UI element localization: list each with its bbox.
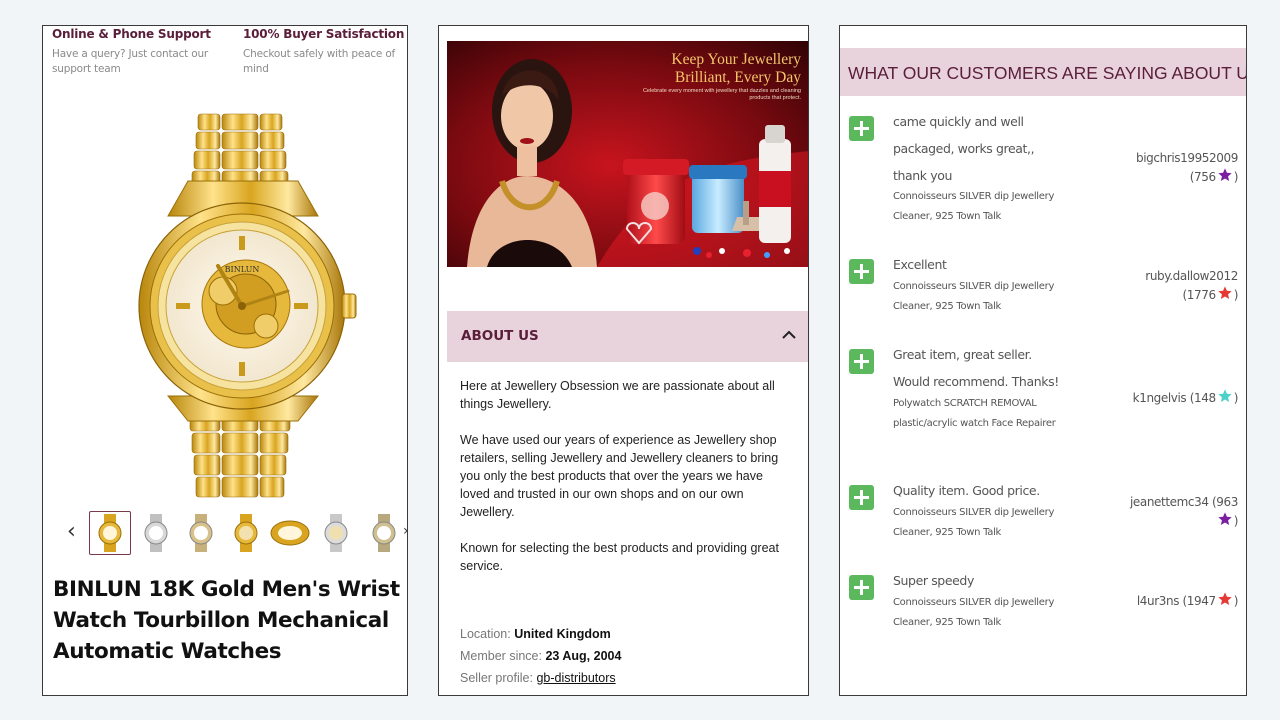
thumbnail-1[interactable] [89,511,131,555]
review-item-name: Connoisseurs SILVER dip Jewellery Cleane… [893,281,1055,312]
review-text: Super speedy [893,573,974,588]
chevron-left-icon[interactable]: ‹ [67,519,76,544]
star-icon [1218,389,1232,402]
plus-icon [849,575,874,600]
review-item-name: Connoisseurs SILVER dip Jewellery Cleane… [893,597,1055,628]
member-label: Member since: [460,649,542,663]
seller-profile-link[interactable]: gb-distributors [536,671,615,685]
location-label: Location: [460,627,511,641]
review-user: k1ngelvis (148) [1088,388,1238,407]
review-item-name: Connoisseurs SILVER dip Jewellery Cleane… [893,191,1055,222]
chevron-right-icon[interactable]: › [403,523,407,539]
product-panel: Online & Phone Support Have a query? Jus… [42,25,408,696]
support-satisfaction-text: Checkout safely with peace of mind [243,48,396,75]
review-score: (1776 [1182,288,1216,302]
plus-icon [849,116,874,141]
star-icon [1218,168,1232,181]
review-username: ruby.dallow2012 [1145,269,1238,283]
about-paragraph: We have used our years of experience as … [460,433,779,519]
review-text: Great item, great seller. Would recommen… [893,347,1059,389]
support-online-text: Have a query? Just contact our support t… [52,48,209,75]
review-item-name: Connoisseurs SILVER dip Jewellery Cleane… [893,507,1055,538]
support-banner: Online & Phone Support Have a query? Jus… [43,26,407,86]
support-online-title: Online & Phone Support [52,27,211,41]
thumbnail-4[interactable] [225,511,267,555]
banner-subtitle: Celebrate every moment with jewellery th… [642,88,801,101]
review-text: Excellent [893,257,947,272]
plus-icon [849,259,874,284]
plus-icon [849,485,874,510]
member-row: Member since: 23 Aug, 2004 [460,645,795,667]
review-username: jeanettemc34 [1129,495,1209,509]
thumbnail-2[interactable] [135,511,177,555]
about-accordion-header[interactable]: ABOUT US [447,311,808,362]
review-username: bigchris19952009 [1136,151,1238,165]
support-satisfaction-title: 100% Buyer Satisfaction [243,27,405,41]
review-score: (756 [1189,170,1216,184]
support-online: Online & Phone Support Have a query? Jus… [52,27,222,77]
location-value: United Kingdom [514,627,611,641]
review-text: came quickly and well packaged, works gr… [893,114,1035,183]
review-user: l4ur3ns (1947) [1088,591,1238,610]
seller-meta: Location: United Kingdom Member since: 2… [460,623,795,689]
reviews-header: WHAT OUR CUSTOMERS ARE SAYING ABOUT US [840,48,1246,96]
about-panel: Keep Your Jewellery Brilliant, Every Day… [438,25,809,696]
review-user: jeanettemc34 (963 ) [1129,495,1238,528]
star-icon [1218,512,1232,525]
chevron-up-icon[interactable] [781,327,797,343]
support-satisfaction: 100% Buyer Satisfaction Checkout safely … [243,27,407,77]
about-heading: ABOUT US [461,328,539,344]
banner-title-line1: Keep Your Jewellery [671,51,801,68]
promo-banner[interactable]: Keep Your Jewellery Brilliant, Every Day… [447,41,808,267]
thumbnail-gallery: ‹ › [43,511,407,555]
member-since-value: 23 Aug, 2004 [545,649,622,663]
profile-row: Seller profile: gb-distributors [460,667,795,689]
banner-title-line2: Brilliant, Every Day [674,69,801,86]
thumbnail-6[interactable] [315,511,357,555]
thumbnail-3[interactable] [180,511,222,555]
profile-label: Seller profile: [460,671,533,685]
thumbnail-7[interactable] [363,511,405,555]
thumbnail-5[interactable] [269,511,311,555]
watch-brand: BINLUN [225,265,260,274]
review-score: (963 [1212,495,1238,509]
review-text: Quality item. Good price. [893,483,1040,498]
review-user: ruby.dallow2012 (1776) [1088,268,1238,304]
about-paragraph: Here at Jewellery Obsession we are passi… [460,379,775,411]
plus-icon [849,349,874,374]
product-title: BINLUN 18K Gold Men's Wrist Watch Tourbi… [53,577,400,664]
review-username: l4ur3ns [1136,594,1180,608]
banner-title: Keep Your Jewellery Brilliant, Every Day [671,51,801,87]
review-username: k1ngelvis [1132,391,1187,405]
review-score: (148 [1189,391,1216,405]
reviews-panel: WHAT OUR CUSTOMERS ARE SAYING ABOUT US c… [839,25,1247,696]
product-image[interactable]: BINLUN [128,106,358,506]
review-item-name: Polywatch SCRATCH REMOVAL plastic/acryli… [893,398,1056,429]
review-score: (1947 [1182,594,1216,608]
about-paragraph: Known for selecting the best products an… [460,541,779,573]
about-body: Here at Jewellery Obsession we are passi… [460,377,795,593]
star-icon [1218,286,1232,299]
review-user: bigchris19952009 (756) [1088,150,1238,186]
reviews-heading: WHAT OUR CUSTOMERS ARE SAYING ABOUT US [848,63,1247,83]
location-row: Location: United Kingdom [460,623,795,645]
star-icon [1218,592,1232,605]
